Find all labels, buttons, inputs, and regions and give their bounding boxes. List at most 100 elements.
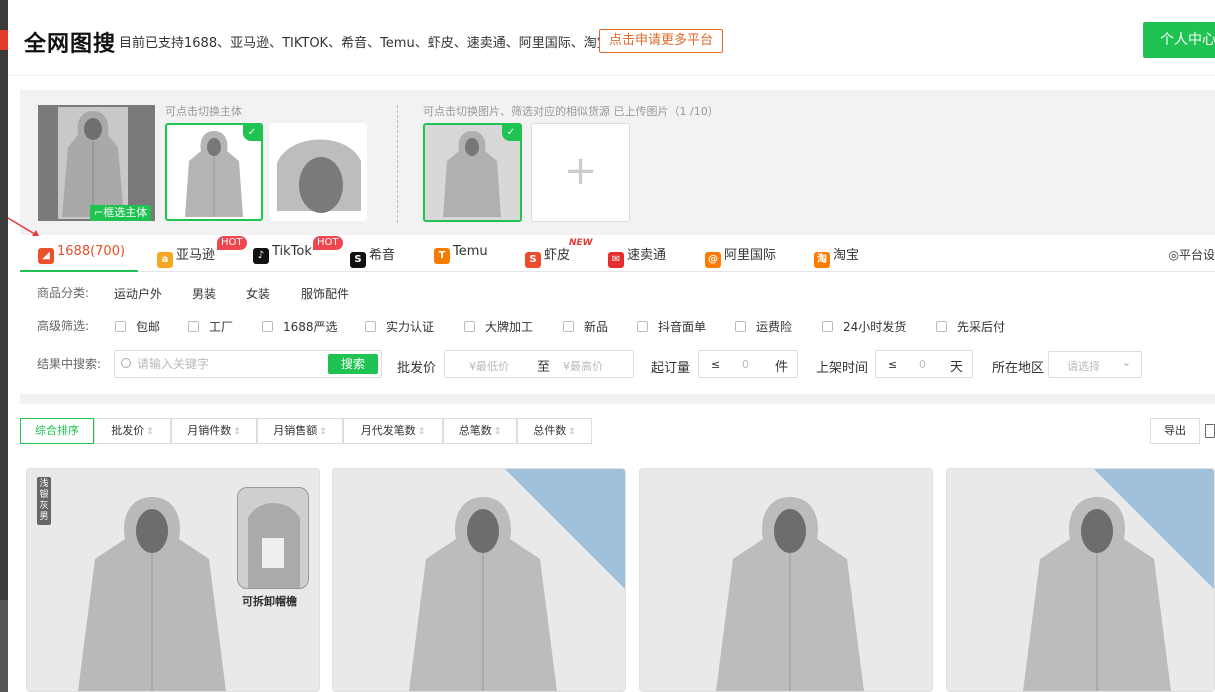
region-label: 所在地区 (992, 361, 1045, 376)
price-range-input[interactable]: ¥最低价 至 ¥最高价 (444, 350, 634, 378)
sort-arrows-icon: ⇕ (493, 427, 502, 437)
product-card[interactable] (332, 468, 626, 692)
left-edge-strip (0, 0, 8, 692)
sort-total-orders[interactable]: 总笔数 ⇕ (443, 418, 517, 444)
product-card[interactable] (946, 468, 1215, 692)
hot-badge: HOT (217, 236, 247, 250)
uploaded-image-thumb-1[interactable]: ✓ (423, 123, 522, 222)
tiktok-logo-icon: ♪ (253, 248, 269, 264)
filter-brand-oem[interactable]: 大牌加工 (464, 318, 533, 335)
jacket-image (62, 111, 124, 217)
filter-new-items[interactable]: 新品 (563, 318, 608, 335)
category-sports-outdoor[interactable]: 运动户外 (114, 285, 162, 302)
crop-icon: ⌐ (94, 206, 104, 219)
crop-subject-label[interactable]: ⌐框选主体 (90, 205, 152, 221)
color-tag: 浅银灰男 (37, 477, 51, 525)
platform-settings-link[interactable]: ◎平台设 (1169, 246, 1215, 263)
sort-monthly-units[interactable]: 月销件数 ⇕ (171, 418, 257, 444)
filter-buy-now-pay-later[interactable]: 先采后付 (936, 318, 1005, 335)
product-card[interactable]: 浅银灰男 可拆卸帽檐 (26, 468, 320, 692)
supported-platforms-text: 目前已支持1688、亚马逊、TIKTOK、希音、Temu、虾皮、速卖通、阿里国际… (119, 36, 610, 51)
filter-douyin-waybill[interactable]: 抖音面单 (637, 318, 706, 335)
platform-tabs: ◢ 1688(700) a 亚马逊 HOT ♪ TikTok HOT S 希音 T Tem… (20, 236, 1215, 272)
tab-temu[interactable]: T Temu (434, 244, 488, 268)
user-center-button[interactable]: 个人中心 (1143, 22, 1215, 58)
image-upload-panel: ⌐框选主体 可点击切换主体 ✓ 可点击切换图片、筛选对应的相似货源 已上传图片（… (20, 90, 1215, 235)
wholesale-price-label: 批发价 (397, 361, 437, 376)
header: 全网图搜 目前已支持1688、亚马逊、TIKTOK、希音、Temu、虾皮、速卖通… (8, 0, 1215, 76)
sort-monthly-sales[interactable]: 月销售额 ⇕ (257, 418, 343, 444)
1688-logo-icon: ◢ (38, 248, 54, 264)
product-image (1023, 497, 1171, 691)
amazon-logo-icon: a (157, 252, 173, 268)
filter-verified[interactable]: 实力认证 (365, 318, 434, 335)
page-title: 全网图搜 (24, 32, 117, 57)
moq-label: 起订量 (651, 361, 691, 376)
app-logo-icon (0, 30, 8, 50)
subject-thumb-2[interactable] (269, 123, 367, 221)
shopee-logo-icon: S (525, 252, 541, 268)
new-badge: NEW (569, 238, 593, 248)
detachable-brim-inset (237, 487, 309, 589)
export-button[interactable]: 导出 (1150, 418, 1200, 444)
listing-time-label: 上架时间 (816, 361, 869, 376)
advanced-filter-label: 高级筛选: (37, 319, 90, 333)
listing-days-input[interactable]: ≤ 0 天 (875, 350, 973, 378)
uploaded-main-image[interactable]: ⌐框选主体 (38, 105, 155, 221)
sort-monthly-dropship[interactable]: 月代发笔数 ⇕ (343, 418, 443, 444)
add-image-button[interactable]: + (531, 123, 630, 222)
chevron-down-icon: ⌄ (1121, 356, 1131, 369)
category-menswear[interactable]: 男装 (192, 285, 216, 302)
filter-panel: 商品分类: 运动户外 男装 女装 服饰配件 高级筛选: 包邮 工厂 1688严选… (20, 272, 1215, 394)
max-price-input[interactable]: ¥最高价 (563, 358, 603, 374)
sort-wholesale-price[interactable]: 批发价 ⇕ (94, 418, 171, 444)
aliexpress-logo-icon: ✉ (608, 252, 624, 268)
sort-arrows-icon: ⇕ (568, 427, 576, 437)
sort-comprehensive[interactable]: 综合排序 (20, 418, 94, 444)
subject-hint: 可点击切换主体 (165, 105, 242, 118)
taobao-logo-icon: 淘 (814, 252, 830, 268)
gear-icon: ◎ (1168, 248, 1179, 262)
filter-shipping-insurance[interactable]: 运费险 (735, 318, 792, 335)
sort-arrows-icon: ⇕ (319, 427, 327, 437)
tab-taobao[interactable]: 淘淘宝 (814, 244, 859, 268)
search-icon (121, 358, 131, 368)
tab-aliexpress[interactable]: ✉ 速卖通 (608, 244, 666, 268)
product-image (716, 497, 864, 691)
min-price-input[interactable]: ¥最低价 (469, 358, 509, 374)
sort-arrows-icon: ⇕ (417, 427, 426, 437)
tab-shopee[interactable]: S 虾皮 NEW (525, 238, 593, 268)
search-in-results-label: 结果中搜索: (37, 357, 102, 371)
section-divider (397, 105, 398, 223)
sort-total-units[interactable]: 总件数 ⇕ (517, 418, 592, 444)
category-womenswear[interactable]: 女装 (246, 285, 270, 302)
tab-shein[interactable]: S 希音 (350, 244, 395, 268)
tab-tiktok[interactable]: ♪ TikTok HOT (253, 236, 343, 268)
filter-1688-select[interactable]: 1688严选 (262, 318, 338, 335)
section-separator (20, 394, 1215, 404)
filter-free-shipping[interactable]: 包邮 (115, 318, 160, 335)
tab-1688[interactable]: ◢ 1688(700) (38, 244, 125, 268)
tab-alibaba[interactable]: @ 阿里国际 (705, 244, 776, 268)
category-accessories[interactable]: 服饰配件 (301, 285, 349, 302)
temu-logo-icon: T (434, 248, 450, 264)
moq-input[interactable]: ≤ 0 件 (698, 350, 798, 378)
search-button[interactable]: 搜索 (328, 354, 378, 374)
selected-check-icon: ✓ (243, 125, 261, 141)
category-label: 商品分类: (37, 286, 90, 300)
product-image (78, 497, 226, 691)
sort-arrows-icon: ⇕ (233, 427, 241, 437)
product-card[interactable] (639, 468, 933, 692)
filter-24h-shipping[interactable]: 24小时发货 (822, 318, 906, 335)
search-input[interactable] (137, 355, 327, 373)
filter-factory[interactable]: 工厂 (188, 318, 233, 335)
apply-more-platforms-button[interactable]: 点击申请更多平台 (599, 29, 724, 53)
subject-thumb-1[interactable]: ✓ (165, 123, 263, 221)
tab-amazon[interactable]: a 亚马逊 HOT (157, 236, 247, 268)
feature-label: 可拆卸帽檐 (242, 595, 297, 608)
region-select[interactable]: 请选择 ⌄ (1048, 351, 1142, 378)
search-in-results-box: 搜索 (114, 350, 382, 378)
list-view-icon[interactable] (1205, 424, 1215, 438)
hot-badge: HOT (313, 236, 343, 250)
hood-closeup-image (277, 139, 361, 213)
